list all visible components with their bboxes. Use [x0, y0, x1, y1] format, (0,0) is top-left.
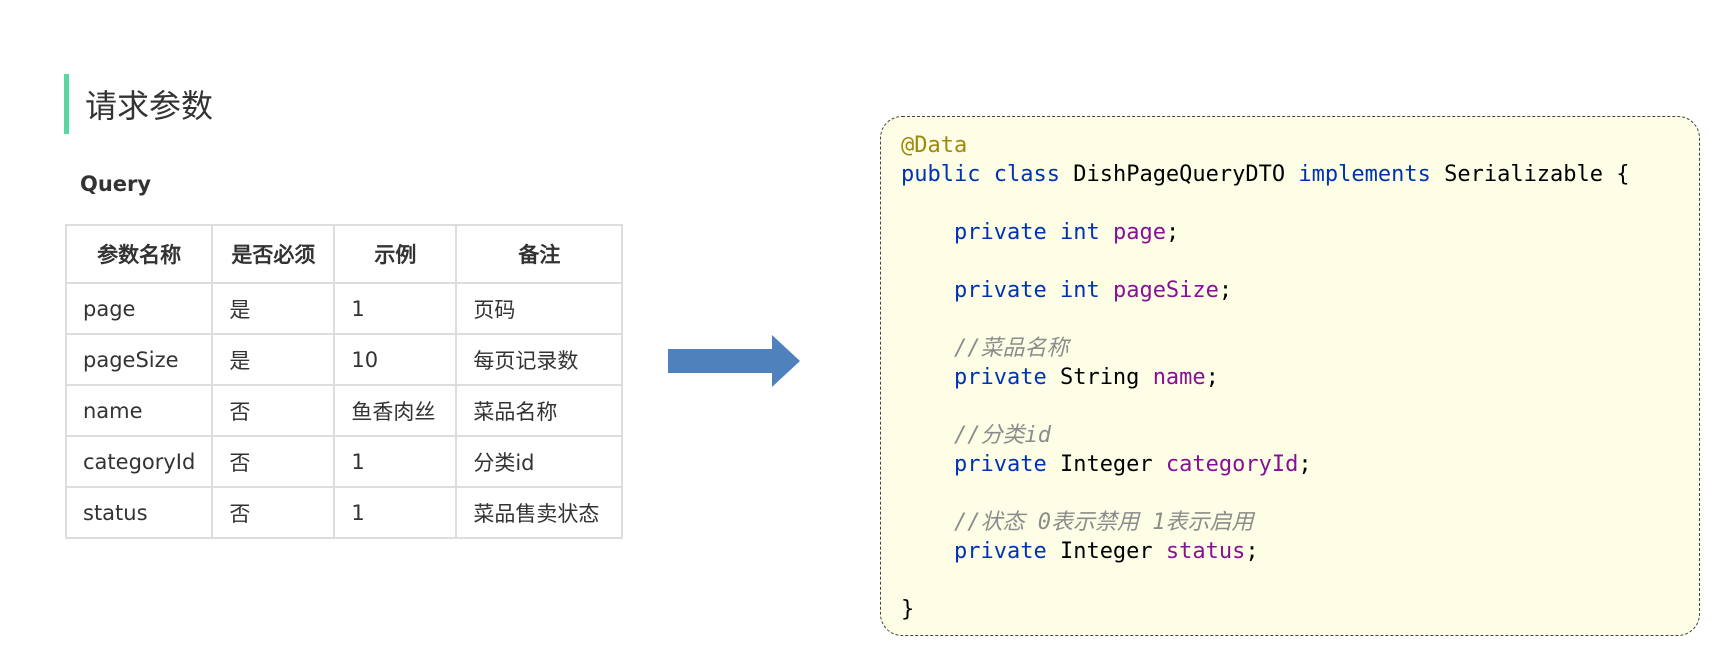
code-line: }	[901, 595, 1699, 624]
section-title: 请求参数	[64, 74, 213, 134]
code-line: private String name;	[901, 363, 1699, 392]
code-punct: ;	[1218, 278, 1233, 303]
header-note: 备注	[455, 224, 624, 284]
code-field: categoryId	[1165, 452, 1299, 477]
code-comment: //状态 0表示禁用 1表示启用	[953, 510, 1254, 535]
cell-required: 否	[211, 384, 336, 437]
code-annotation: @Data	[901, 133, 968, 158]
cell-param-name: name	[64, 384, 214, 437]
table-row: status 否 1 菜品售卖状态	[64, 486, 624, 539]
table-row: name 否 鱼香肉丝 菜品名称	[64, 384, 624, 437]
code-punct: ;	[1205, 365, 1219, 390]
code-line: public class DishPageQueryDTO implements…	[901, 160, 1699, 189]
query-subtitle: Query	[80, 172, 152, 196]
code-line: private Integer status;	[901, 537, 1699, 566]
code-field: page	[1112, 220, 1166, 245]
header-required: 是否必须	[211, 224, 336, 284]
right-arrow-icon	[668, 335, 800, 387]
table-row: categoryId 否 1 分类id	[64, 435, 624, 488]
arrow-shape	[668, 335, 800, 387]
cell-param-name: status	[64, 486, 214, 539]
cell-param-name: categoryId	[64, 435, 214, 488]
code-keyword: private	[953, 452, 1047, 477]
params-table: 参数名称 是否必须 示例 备注 page 是 1 页码 pageSize 是 1…	[64, 224, 624, 539]
code-class-name: DishPageQueryDTO	[1073, 162, 1286, 187]
code-interface: Serializable	[1444, 162, 1604, 187]
code-field: name	[1152, 365, 1206, 390]
code-type: String	[1059, 365, 1140, 390]
cell-note: 每页记录数	[455, 333, 624, 386]
cell-note: 页码	[455, 282, 624, 335]
code-block: @Data public class DishPageQueryDTO impl…	[880, 116, 1700, 636]
code-line: private Integer categoryId;	[901, 450, 1699, 479]
cell-param-name: pageSize	[64, 333, 214, 386]
code-keyword: private	[953, 539, 1047, 564]
code-line: //状态 0表示禁用 1表示启用	[901, 508, 1699, 537]
cell-note: 菜品名称	[455, 384, 624, 437]
code-keyword: private	[953, 278, 1047, 303]
table-row: page 是 1 页码	[64, 282, 624, 335]
code-field: status	[1165, 539, 1246, 564]
cell-required: 否	[211, 486, 336, 539]
code-type: Integer	[1059, 539, 1153, 564]
cell-example: 10	[333, 333, 458, 386]
cell-example: 1	[333, 282, 458, 335]
code-line: //菜品名称	[901, 334, 1699, 363]
code-keyword: private	[953, 365, 1047, 390]
code-keyword: implements	[1298, 162, 1431, 187]
code-brace: }	[901, 597, 915, 622]
table-header-row: 参数名称 是否必须 示例 备注	[64, 224, 624, 284]
code-keyword: private	[953, 220, 1047, 245]
cell-example: 1	[333, 435, 458, 488]
cell-required: 否	[211, 435, 336, 488]
code-type: Integer	[1059, 452, 1153, 477]
cell-param-name: page	[64, 282, 214, 335]
header-example: 示例	[333, 224, 458, 284]
code-line: private int pageSize;	[901, 276, 1699, 305]
table-row: pageSize 是 10 每页记录数	[64, 333, 624, 386]
code-brace: {	[1616, 162, 1630, 187]
code-punct: ;	[1245, 539, 1259, 564]
code-keyword: int	[1059, 278, 1100, 303]
section-title-text: 请求参数	[85, 87, 214, 125]
cell-example: 1	[333, 486, 458, 539]
code-line: @Data	[901, 131, 1699, 160]
code-punct: ;	[1298, 452, 1312, 477]
cell-required: 是	[211, 282, 336, 335]
cell-example: 鱼香肉丝	[333, 384, 458, 437]
code-line: //分类id	[901, 421, 1699, 450]
code-comment: //菜品名称	[953, 336, 1069, 361]
code-punct: ;	[1165, 220, 1180, 245]
code-keyword: int	[1059, 220, 1100, 245]
code-field: pageSize	[1112, 278, 1219, 303]
code-comment: //分类id	[953, 423, 1051, 448]
code-line: private int page;	[901, 218, 1699, 247]
cell-note: 分类id	[455, 435, 624, 488]
header-param-name: 参数名称	[64, 224, 214, 284]
code-keyword: public	[901, 162, 981, 187]
code-keyword: class	[993, 162, 1060, 187]
cell-note: 菜品售卖状态	[455, 486, 624, 539]
cell-required: 是	[211, 333, 336, 386]
